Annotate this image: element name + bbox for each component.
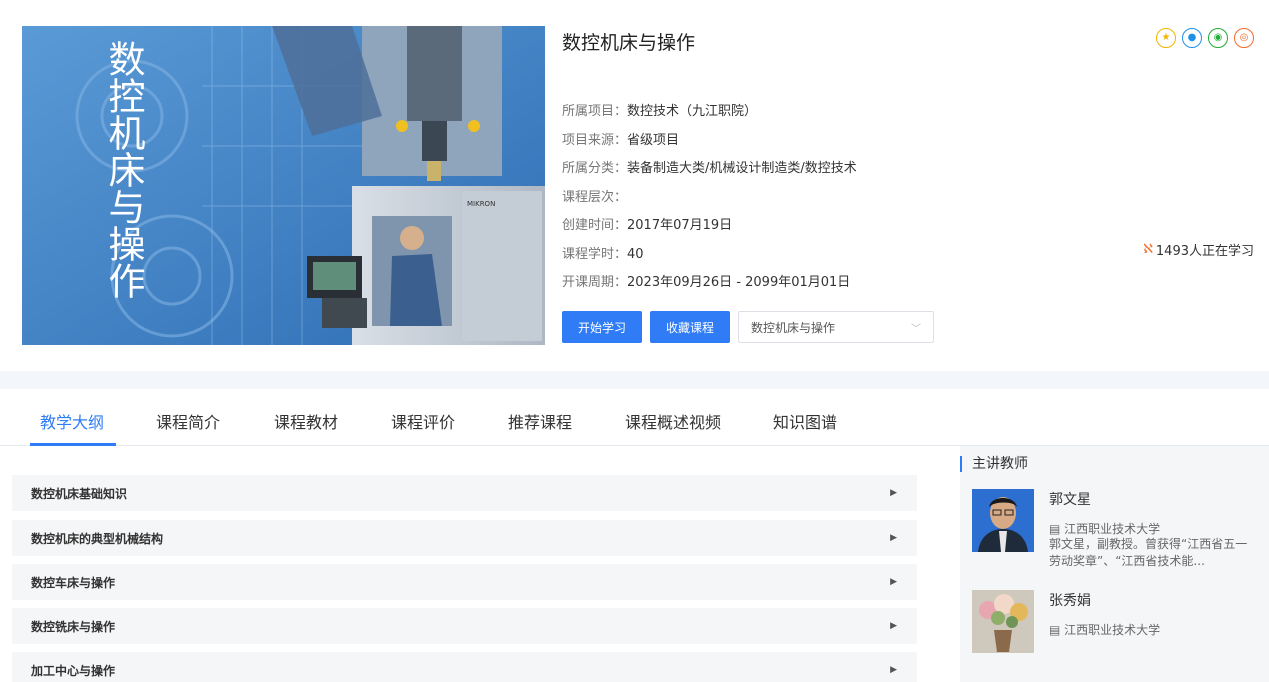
meta-hours: 课程学时：40	[562, 246, 644, 262]
meta-project: 所属项目：数控技术（九江职院）	[562, 104, 758, 119]
meta-period: 开课周期：2023年09月26日 - 2099年01月01日	[562, 275, 851, 290]
qzone-icon[interactable]: ★	[1156, 28, 1176, 48]
start-learning-button[interactable]: 开始学习	[562, 311, 643, 343]
tab-textbook[interactable]: 课程教材	[274, 409, 338, 433]
teacher-name: 张秀娟	[1049, 593, 1091, 609]
caret-right-icon: ▶	[890, 533, 897, 543]
meta-source: 项目来源：省级项目	[562, 132, 680, 148]
caret-right-icon: ▶	[890, 577, 897, 587]
teacher-school: ▤ 江西职业技术大学	[1049, 522, 1161, 536]
learner-count: ℵ 1493人正在学习	[1143, 240, 1254, 259]
caret-right-icon: ▶	[890, 488, 897, 498]
course-select[interactable]: 数控机床与操作 ﹀	[738, 311, 935, 343]
avatar	[972, 489, 1034, 552]
tab-overview-video[interactable]: 课程概述视频	[625, 409, 721, 433]
course-cover-image: MIKRON 数控机床与操作	[22, 26, 545, 345]
course-tabs: 教学大纲 课程简介 课程教材 课程评价 推荐课程 课程概述视频 知识图谱	[0, 389, 1269, 446]
section-divider	[0, 371, 1269, 389]
meta-category: 所属分类：装备制造大类/机械设计制造类/数控技术	[562, 161, 857, 176]
tab-intro[interactable]: 课程简介	[156, 409, 220, 433]
wechat-icon[interactable]: ◉	[1208, 28, 1228, 48]
cover-title: 数控机床与操作	[102, 40, 145, 299]
tab-recommended[interactable]: 推荐课程	[508, 409, 572, 433]
teacher-bio: 郭文星，副教授。曾获得“江西省五一劳动奖章”、“江西省技术能...	[1049, 537, 1248, 568]
syllabus-chapter[interactable]: 数控机床的典型机械结构 ▶	[12, 520, 917, 556]
tab-syllabus[interactable]: 教学大纲	[40, 409, 104, 433]
meta-created: 创建时间：2017年07月19日	[562, 218, 733, 233]
course-meta: 所属项目：数控技术（九江职院） 项目来源：省级项目 所属分类：装备制造大类/机械…	[562, 98, 857, 298]
chevron-down-icon: ﹀	[911, 323, 922, 335]
building-icon: ▤	[1049, 623, 1065, 637]
course-select-value: 数控机床与操作	[751, 320, 836, 335]
building-icon: ▤	[1049, 522, 1065, 536]
teacher-school: ▤ 江西职业技术大学	[1049, 623, 1161, 637]
caret-right-icon: ▶	[890, 621, 897, 631]
learner-count-text: 1493人正在学习	[1155, 244, 1254, 259]
course-info: 数控机床与操作 ★ ● ◉ ◎ 所属项目：数控技术（九江职院） 项目来源：省级项…	[562, 26, 1262, 346]
tab-knowledge-graph[interactable]: 知识图谱	[773, 409, 837, 433]
syllabus-chapter[interactable]: 数控铣床与操作 ▶	[12, 608, 917, 644]
syllabus-chapter[interactable]: 数控车床与操作 ▶	[12, 564, 917, 600]
active-tab-indicator	[30, 443, 116, 446]
qq-icon[interactable]: ●	[1182, 28, 1202, 48]
avatar	[972, 590, 1034, 653]
teacher-card[interactable]: 张秀娟 ▤ 江西职业技术大学	[972, 590, 1262, 660]
caret-right-icon: ▶	[890, 665, 897, 675]
weibo-icon[interactable]: ◎	[1234, 28, 1254, 48]
syllabus-chapter[interactable]: 数控机床基础知识 ▶	[12, 475, 917, 511]
tab-review[interactable]: 课程评价	[391, 409, 455, 433]
course-actions: 开始学习 收藏课程 数控机床与操作 ﹀	[562, 311, 935, 343]
course-title: 数控机床与操作	[562, 32, 696, 54]
collect-course-button[interactable]: 收藏课程	[650, 311, 731, 343]
teacher-card[interactable]: 郭文星 ▤ 江西职业技术大学 郭文星，副教授。曾获得“江西省五一劳动奖章”、“江…	[972, 489, 1262, 579]
cover-machine-brand: MIKRON	[467, 200, 495, 208]
share-icons: ★ ● ◉ ◎	[1156, 28, 1254, 48]
meta-level: 课程层次：	[562, 189, 628, 205]
syllabus-chapter[interactable]: 加工中心与操作 ▶	[12, 652, 917, 682]
teacher-name: 郭文星	[1049, 492, 1091, 508]
people-icon: ℵ	[1143, 242, 1153, 257]
teachers-panel-title: 主讲教师	[960, 456, 1028, 472]
teachers-panel: 主讲教师 郭文星 ▤ 江西职业技术大学 郭文星，副教授。曾获得“江西省五一劳动奖…	[960, 446, 1269, 682]
